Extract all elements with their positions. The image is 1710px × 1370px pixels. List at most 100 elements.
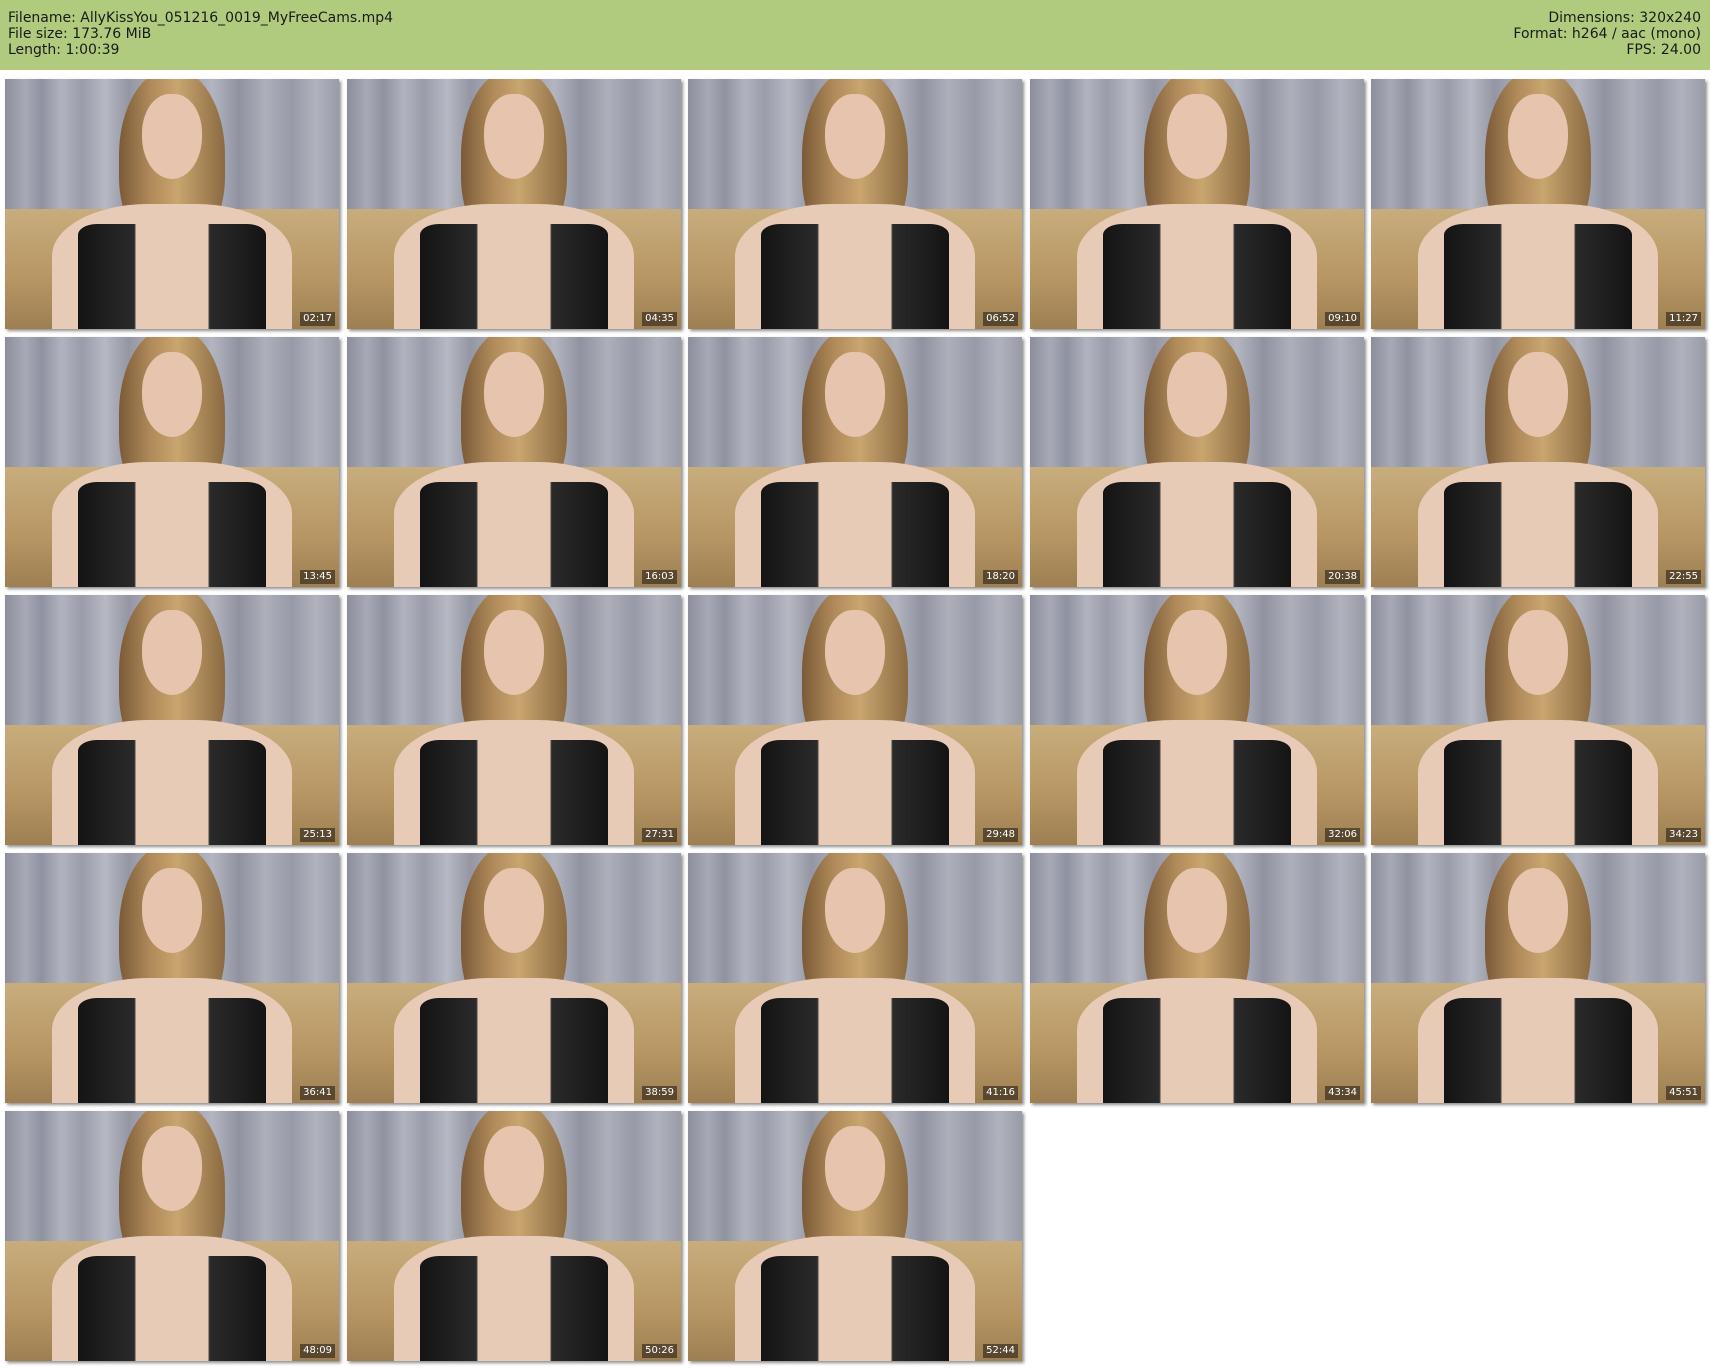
thumbnail-timestamp: 50:26 (642, 1344, 677, 1358)
thumbnail-timestamp: 34:23 (1666, 828, 1701, 842)
thumbnail-face (141, 1126, 203, 1211)
video-thumbnail: 20:38 (1030, 337, 1364, 587)
thumbnail-timestamp: 11:27 (1666, 312, 1701, 326)
thumbnail-face (1166, 868, 1228, 953)
thumbnail-top (1103, 482, 1291, 587)
video-thumbnail: 13:45 (5, 337, 339, 587)
thumbnail-timestamp: 48:09 (300, 1344, 335, 1358)
video-thumbnail: 45:51 (1371, 853, 1705, 1103)
thumbnail-top (420, 224, 608, 329)
video-thumbnail: 02:17 (5, 79, 339, 329)
thumbnail-face (141, 610, 203, 695)
thumbnail-top (1444, 998, 1632, 1103)
thumbnail-timestamp: 20:38 (1325, 570, 1360, 584)
thumbnail-top (761, 224, 949, 329)
thumbnail-timestamp: 41:16 (983, 1086, 1018, 1100)
info-header: Filename: AllyKissYou_051216_0019_MyFree… (0, 0, 1710, 70)
file-info: Filename: AllyKissYou_051216_0019_MyFree… (8, 10, 393, 58)
format-text: Format: h264 / aac (mono) (1513, 26, 1701, 42)
video-thumbnail: 18:20 (688, 337, 1022, 587)
video-thumbnail: 22:55 (1371, 337, 1705, 587)
thumbnail-top (78, 224, 266, 329)
thumbnail-timestamp: 43:34 (1325, 1086, 1360, 1100)
thumbnail-timestamp: 04:35 (642, 312, 677, 326)
thumbnail-timestamp: 29:48 (983, 828, 1018, 842)
video-thumbnail: 43:34 (1030, 853, 1364, 1103)
thumbnail-top (1444, 482, 1632, 587)
thumbnail-face (1507, 352, 1569, 437)
thumbnail-face (1507, 868, 1569, 953)
video-thumbnail: 34:23 (1371, 595, 1705, 845)
thumbnail-face (483, 1126, 545, 1211)
thumbnail-top (761, 740, 949, 845)
thumbnail-timestamp: 27:31 (642, 828, 677, 842)
video-thumbnail: 50:26 (347, 1111, 681, 1361)
thumbnail-timestamp: 45:51 (1666, 1086, 1701, 1100)
video-thumbnail: 25:13 (5, 595, 339, 845)
thumbnail-timestamp: 13:45 (300, 570, 335, 584)
thumbnail-face (141, 352, 203, 437)
thumbnail-top (420, 1256, 608, 1361)
thumbnail-top (78, 482, 266, 587)
thumbnail-face (483, 352, 545, 437)
thumbnail-face (824, 868, 886, 953)
thumbnail-timestamp: 25:13 (300, 828, 335, 842)
thumbnail-timestamp: 18:20 (983, 570, 1018, 584)
thumbnail-face (483, 868, 545, 953)
thumbnail-top (78, 1256, 266, 1361)
thumbnail-timestamp: 22:55 (1666, 570, 1701, 584)
thumbnail-top (1444, 224, 1632, 329)
thumbnail-face (1507, 94, 1569, 179)
video-thumbnail: 48:09 (5, 1111, 339, 1361)
thumbnail-top (1103, 740, 1291, 845)
thumbnail-face (483, 610, 545, 695)
video-thumbnail: 29:48 (688, 595, 1022, 845)
video-thumbnail: 06:52 (688, 79, 1022, 329)
thumbnail-face (1166, 94, 1228, 179)
dimensions-text: Dimensions: 320x240 (1548, 10, 1701, 26)
thumbnail-face (141, 868, 203, 953)
thumbnail-top (78, 998, 266, 1103)
thumbnail-top (1444, 740, 1632, 845)
thumbnail-face (824, 610, 886, 695)
thumbnail-timestamp: 16:03 (642, 570, 677, 584)
thumbnail-grid: 02:17 04:35 06:52 09:10 11:27 13:45 16:03 18:20… (5, 79, 1705, 1366)
video-thumbnail: 27:31 (347, 595, 681, 845)
thumbnail-face (824, 1126, 886, 1211)
thumbnail-face (1507, 610, 1569, 695)
video-thumbnail: 38:59 (347, 853, 681, 1103)
thumbnail-top (420, 740, 608, 845)
thumbnail-face (824, 94, 886, 179)
thumbnail-top (761, 1256, 949, 1361)
filename-text: Filename: AllyKissYou_051216_0019_MyFree… (8, 10, 394, 26)
stream-info: Dimensions: 320x240 Format: h264 / aac (… (1513, 10, 1701, 58)
thumbnail-top (1103, 224, 1291, 329)
thumbnail-face (824, 352, 886, 437)
thumbnail-face (1166, 610, 1228, 695)
video-thumbnail: 04:35 (347, 79, 681, 329)
thumbnail-top (78, 740, 266, 845)
thumbnail-timestamp: 06:52 (983, 312, 1018, 326)
video-thumbnail: 32:06 (1030, 595, 1364, 845)
file-size-text: File size: 173.76 MiB (8, 26, 152, 42)
thumbnail-face (483, 94, 545, 179)
thumbnail-top (761, 482, 949, 587)
length-text: Length: 1:00:39 (8, 42, 120, 58)
thumbnail-face (141, 94, 203, 179)
thumbnail-top (420, 998, 608, 1103)
thumbnail-top (761, 998, 949, 1103)
thumbnail-top (1103, 998, 1291, 1103)
video-thumbnail: 11:27 (1371, 79, 1705, 329)
thumbnail-timestamp: 36:41 (300, 1086, 335, 1100)
video-thumbnail: 36:41 (5, 853, 339, 1103)
thumbnail-timestamp: 02:17 (300, 312, 335, 326)
thumbnail-timestamp: 32:06 (1325, 828, 1360, 842)
thumbnail-timestamp: 09:10 (1325, 312, 1360, 326)
thumbnail-face (1166, 352, 1228, 437)
video-thumbnail: 52:44 (688, 1111, 1022, 1361)
thumbnail-timestamp: 38:59 (642, 1086, 677, 1100)
video-thumbnail: 09:10 (1030, 79, 1364, 329)
fps-text: FPS: 24.00 (1626, 42, 1701, 58)
video-thumbnail: 16:03 (347, 337, 681, 587)
thumbnail-timestamp: 52:44 (983, 1344, 1018, 1358)
